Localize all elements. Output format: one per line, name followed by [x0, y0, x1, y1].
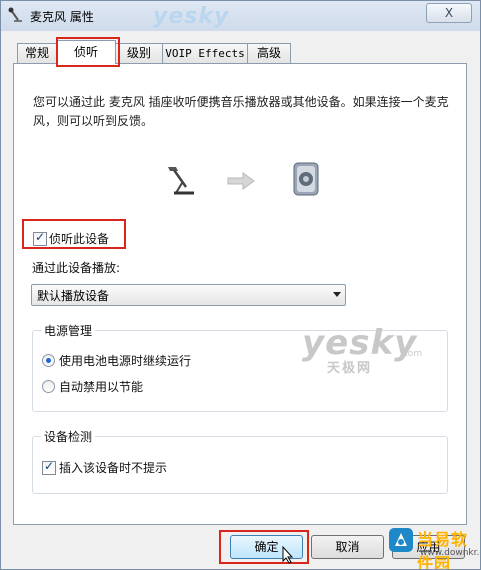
- tab-advanced[interactable]: 高级: [247, 43, 291, 63]
- no-prompt-checkbox[interactable]: ✓: [42, 459, 56, 475]
- yesky-watermark-domain: .com: [400, 349, 423, 359]
- tab-general[interactable]: 常规: [17, 43, 57, 63]
- no-prompt-checkbox-label: 插入该设备时不提示: [59, 461, 168, 475]
- radio-keep-running-label: 使用电池电源时继续运行: [59, 354, 192, 368]
- site-logo-url: www.downkr.com: [420, 548, 480, 558]
- arrow-right-icon: [227, 172, 255, 190]
- speaker-device-icon: [293, 162, 319, 196]
- playback-device-value: 默认播放设备: [37, 289, 110, 303]
- playback-device-select[interactable]: 默认播放设备: [31, 284, 346, 306]
- radio-keep-running[interactable]: [42, 354, 55, 367]
- chevron-down-icon: [333, 292, 341, 297]
- tab-highlight-box: [56, 37, 120, 67]
- radio-auto-disable-label: 自动禁用以节能: [59, 380, 144, 394]
- description-text: 您可以通过此 麦克风 插座收听便携音乐播放器或其他设备。如果连接一个麦克风，则可…: [33, 95, 449, 128]
- cancel-button[interactable]: 取消: [311, 535, 384, 559]
- watermark-logo: yesky: [153, 4, 230, 29]
- cancel-button-label: 取消: [335, 540, 360, 554]
- properties-dialog: 麦克风 属性 yesky X 常规 侦听 级别 VOIP Effects 高级 …: [0, 0, 481, 570]
- title-bar: 麦克风 属性 yesky X: [1, 1, 480, 31]
- playback-label: 通过此设备播放:: [32, 261, 121, 275]
- yesky-watermark-sub: 天极网: [327, 361, 373, 376]
- close-icon: X: [444, 6, 454, 20]
- tab-levels[interactable]: 级别: [115, 43, 163, 63]
- listen-highlight-box: [22, 219, 126, 249]
- microphone-icon: [8, 7, 22, 22]
- radio-auto-disable[interactable]: [42, 380, 55, 393]
- site-logo-icon: [389, 528, 413, 552]
- mouse-cursor-icon: [282, 546, 294, 564]
- window-title: 麦克风 属性: [30, 10, 94, 24]
- device-detection-title: 设备检测: [41, 428, 96, 445]
- power-management-title: 电源管理: [41, 322, 96, 339]
- close-button[interactable]: X: [426, 3, 472, 23]
- site-logo: 当易软件园 www.downkr.com: [386, 523, 480, 569]
- microphone-device-icon: [168, 167, 194, 195]
- tab-voip-effects[interactable]: VOIP Effects: [162, 43, 248, 63]
- ok-highlight-box: [219, 530, 309, 564]
